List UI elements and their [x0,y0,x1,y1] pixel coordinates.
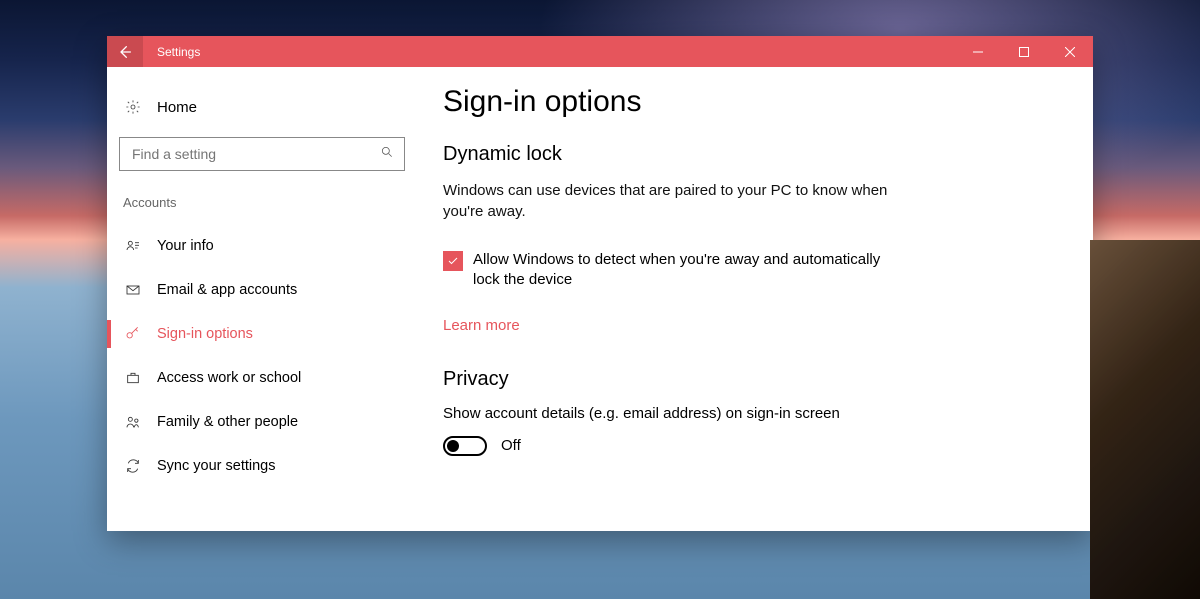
search-input-wrapper[interactable] [119,137,405,171]
titlebar: Settings [107,36,1093,67]
close-icon [1065,47,1075,57]
checkbox-checked-icon [443,251,463,271]
desktop-wallpaper: Settings Home [0,0,1200,599]
sidebar-item-access-work-school[interactable]: Access work or school [107,356,417,400]
back-button[interactable] [107,36,143,67]
dynamic-lock-heading: Dynamic lock [443,143,1053,166]
sidebar-item-label: Email & app accounts [157,282,297,298]
scrollbar[interactable] [1091,367,1093,527]
privacy-toggle-row: Off [443,436,1053,456]
sidebar-item-email-accounts[interactable]: Email & app accounts [107,268,417,312]
window-title: Settings [143,36,955,67]
content-pane: Sign-in options Dynamic lock Windows can… [417,67,1093,531]
privacy-description: Show account details (e.g. email address… [443,405,1053,422]
sidebar-item-label: Family & other people [157,414,298,430]
sidebar-section-label: Accounts [107,195,417,210]
sidebar-item-label: Access work or school [157,370,301,386]
minimize-button[interactable] [955,36,1001,67]
sidebar-item-sign-in-options[interactable]: Sign-in options [107,312,417,356]
sidebar-item-label: Sync your settings [157,458,275,474]
mail-icon [123,282,143,298]
privacy-toggle-state: Off [501,437,521,454]
gear-icon [123,99,143,115]
privacy-heading: Privacy [443,368,1053,391]
settings-window: Settings Home [107,36,1093,531]
person-card-icon [123,238,143,254]
people-icon [123,414,143,430]
privacy-toggle[interactable] [443,436,487,456]
sidebar-item-your-info[interactable]: Your info [107,224,417,268]
sync-icon [123,458,143,474]
dynamic-lock-checkbox-label: Allow Windows to detect when you're away… [473,250,903,291]
dynamic-lock-description: Windows can use devices that are paired … [443,180,903,222]
maximize-icon [1019,47,1029,57]
page-title: Sign-in options [443,85,1053,119]
search-icon [380,145,394,164]
maximize-button[interactable] [1001,36,1047,67]
briefcase-icon [123,370,143,386]
home-label: Home [157,99,197,116]
close-button[interactable] [1047,36,1093,67]
dynamic-lock-checkbox-row[interactable]: Allow Windows to detect when you're away… [443,250,903,291]
key-icon [123,326,143,342]
search-input[interactable] [130,145,380,163]
sidebar-item-family-people[interactable]: Family & other people [107,400,417,444]
minimize-icon [973,47,983,57]
sidebar-item-label: Sign-in options [157,326,253,342]
back-arrow-icon [117,44,133,60]
sidebar-home[interactable]: Home [107,93,417,121]
learn-more-link[interactable]: Learn more [443,317,520,334]
sidebar: Home Accounts Your info Email & app acco… [107,67,417,531]
sidebar-item-sync-settings[interactable]: Sync your settings [107,444,417,488]
sidebar-item-label: Your info [157,238,214,254]
